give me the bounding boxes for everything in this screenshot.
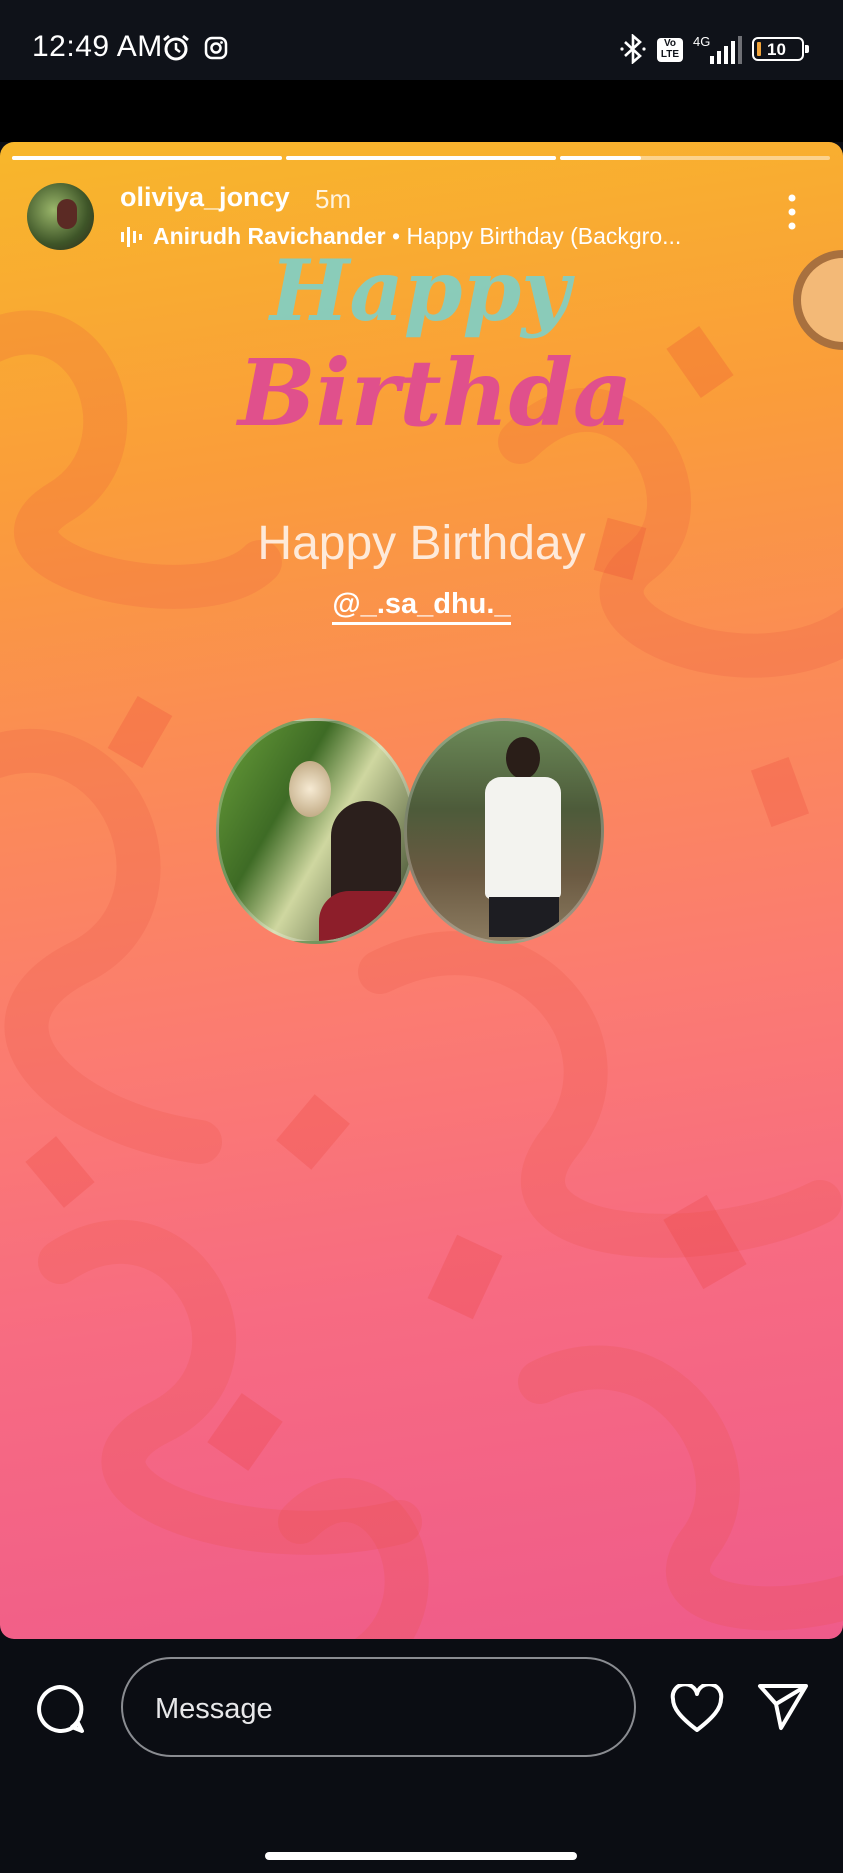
photo-clothing bbox=[489, 897, 559, 937]
mention-text: @_.sa_dhu._ bbox=[332, 588, 511, 625]
story-progress-segment-1 bbox=[12, 156, 282, 160]
alarm-icon bbox=[163, 34, 189, 61]
story-mention-link[interactable]: @_.sa_dhu._ bbox=[0, 588, 843, 625]
status-bar: 12:49 AM Vo LTE 4G 10 bbox=[0, 0, 843, 80]
top-spacer bbox=[0, 80, 843, 142]
bluetooth-icon bbox=[620, 34, 646, 64]
message-placeholder: Message bbox=[155, 1693, 273, 1725]
instagram-icon bbox=[204, 36, 228, 60]
sticker-title-birthday: Birthday bbox=[235, 339, 630, 447]
photo-circle-1 bbox=[216, 718, 416, 944]
photo-clothing bbox=[319, 891, 413, 941]
story-progress-segment-3 bbox=[560, 156, 830, 160]
battery-indicator: 10 bbox=[752, 37, 809, 61]
story-progress-segment-2 bbox=[286, 156, 556, 160]
battery-level bbox=[757, 42, 761, 56]
message-input[interactable]: Message bbox=[121, 1657, 636, 1757]
story-viewer[interactable]: oliviya_joncy 5m Anirudh Ravichander • H… bbox=[0, 142, 843, 1639]
photo-person-head bbox=[506, 737, 540, 779]
story-caption: Happy Birthday bbox=[257, 517, 586, 570]
send-icon[interactable] bbox=[757, 1682, 809, 1732]
heart-icon[interactable] bbox=[670, 1684, 724, 1734]
photo-person bbox=[485, 777, 561, 899]
story-author-avatar[interactable] bbox=[27, 183, 94, 250]
photo-lamp bbox=[289, 761, 331, 817]
comment-bubble-icon[interactable] bbox=[34, 1683, 86, 1735]
battery-percent: 10 bbox=[767, 40, 786, 59]
more-options-icon[interactable] bbox=[783, 192, 801, 232]
status-time: 12:49 AM bbox=[32, 30, 163, 63]
photo-circle-2 bbox=[404, 718, 604, 944]
sticker-title-happy: Happy bbox=[268, 241, 575, 340]
signal-icon bbox=[710, 36, 742, 64]
volte-badge: Vo LTE bbox=[657, 38, 683, 62]
music-waveform-icon bbox=[121, 227, 142, 247]
home-indicator[interactable] bbox=[265, 1852, 577, 1860]
